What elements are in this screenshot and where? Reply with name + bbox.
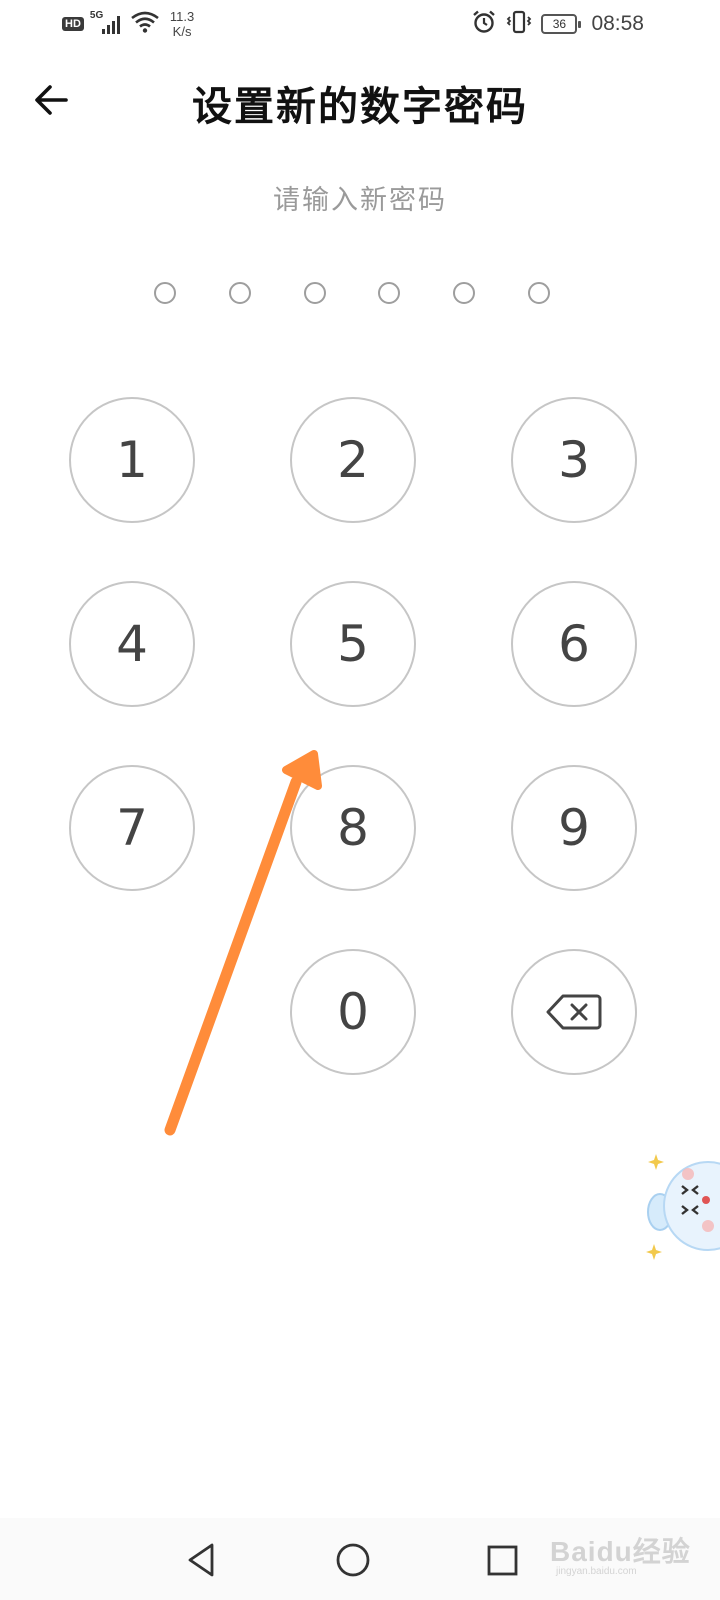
pin-dot (528, 282, 550, 304)
network-speed: 11.3 K/s (170, 9, 194, 39)
page-title: 设置新的数字密码 (192, 83, 528, 130)
cellular-signal-icon: 5G (89, 10, 124, 36)
status-right: 36 08:58 (471, 8, 644, 40)
key-9[interactable]: 9 (511, 765, 637, 891)
pin-indicator (154, 282, 574, 308)
alarm-icon (471, 9, 497, 39)
baidu-jingyan-watermark: Baidu经验 jingyan.baidu.com (550, 1530, 710, 1582)
pin-dot (304, 282, 326, 304)
network-speed-value: 11.3 (169, 9, 195, 24)
home-circle-icon (336, 1543, 370, 1577)
key-5[interactable]: 5 (290, 581, 416, 707)
key-4[interactable]: 4 (69, 581, 195, 707)
nav-recents-button[interactable] (472, 1530, 532, 1590)
backspace-icon (546, 994, 602, 1030)
key-0[interactable]: 0 (290, 949, 416, 1075)
pin-dot (453, 282, 475, 304)
watermark-site: jingyan.baidu.com (556, 1566, 637, 1577)
key-3[interactable]: 3 (511, 397, 637, 523)
watermark-brand: Baidu经验 (550, 1536, 691, 1567)
wifi-icon (130, 10, 160, 38)
status-left: HD 5G 11.3 K/s (62, 6, 194, 42)
status-bar: HD 5G 11.3 K/s 36 08:58 (0, 0, 720, 50)
key-2[interactable]: 2 (290, 397, 416, 523)
network-type: 5G (89, 10, 104, 21)
vibrate-icon (505, 9, 533, 39)
clock: 08:58 (591, 12, 644, 35)
key-6[interactable]: 6 (511, 581, 637, 707)
pin-dot (154, 282, 176, 304)
nav-home-button[interactable] (323, 1530, 383, 1590)
floating-assistant-mascot[interactable] (646, 1150, 720, 1270)
recents-square-icon (487, 1545, 518, 1576)
nav-back-button[interactable] (172, 1530, 232, 1590)
key-7[interactable]: 7 (69, 765, 195, 891)
pin-prompt: 请输入新密码 (273, 185, 447, 216)
key-8[interactable]: 8 (290, 765, 416, 891)
key-1[interactable]: 1 (69, 397, 195, 523)
back-triangle-icon (188, 1543, 214, 1577)
network-speed-unit: K/s (172, 24, 192, 39)
battery-indicator: 36 (541, 14, 582, 34)
pin-dot (378, 282, 400, 304)
hd-badge: HD (62, 17, 84, 31)
pin-dot (229, 282, 251, 304)
delete-button[interactable] (511, 949, 637, 1075)
